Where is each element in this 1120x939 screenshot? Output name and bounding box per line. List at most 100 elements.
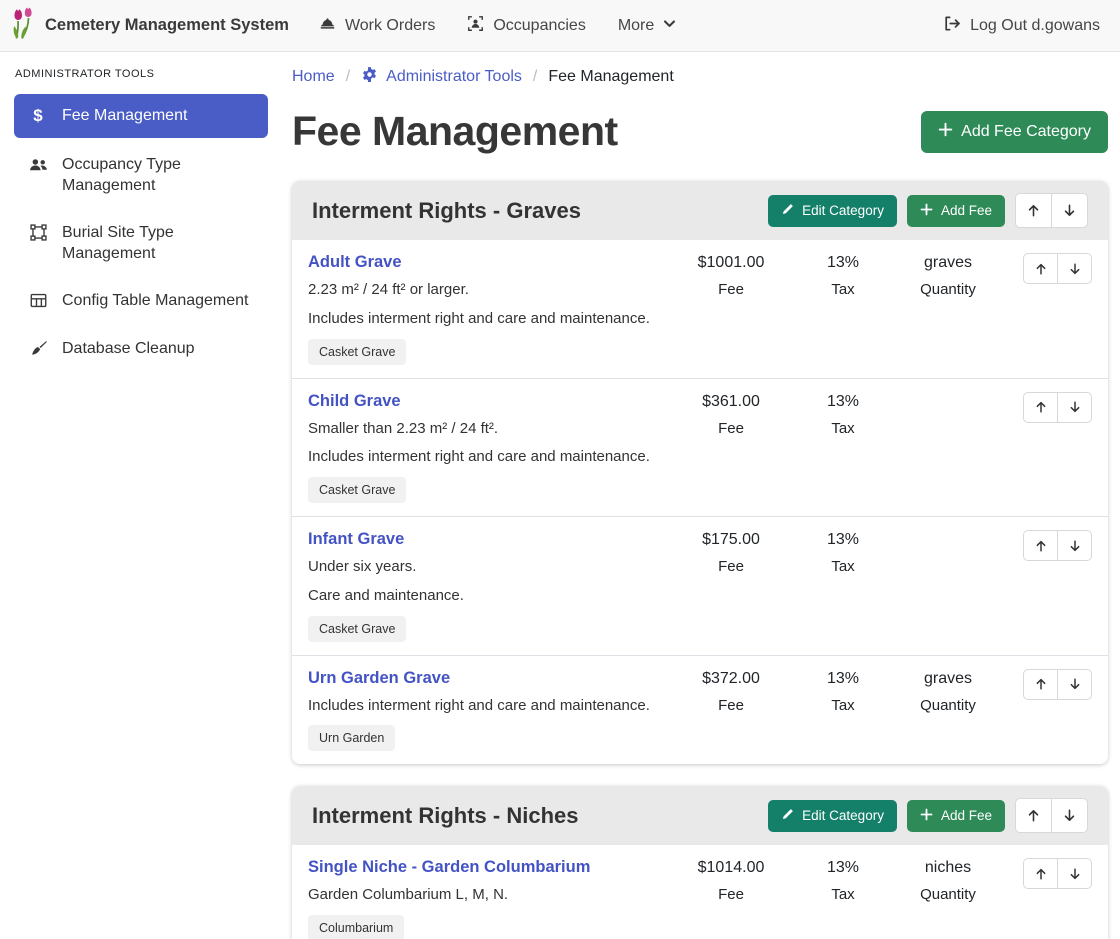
fee-type-badge: Urn Garden [308,725,395,751]
fee-description: Care and maintenance. [308,585,659,607]
move-fee-down-button[interactable] [1057,392,1092,423]
gear-icon [361,66,378,88]
sidebar-item-label: Fee Management [62,106,187,126]
fee-quantity-column [889,530,1007,540]
fee-quantity-column: graves Quantity [889,669,1007,714]
plus-icon [920,808,933,824]
sidebar-item-label: Burial Site Type Management [62,223,256,264]
edit-category-button[interactable]: Edit Category [768,195,897,227]
sidebar-item-fee-management[interactable]: $ Fee Management [14,94,268,138]
fee-reorder-group [1023,858,1092,889]
category-card-niches: Interment Rights - Niches Edit Category … [292,786,1108,939]
fee-description: Includes interment right and care and ma… [308,308,659,330]
fee-tax: 13% [797,670,889,688]
fee-quantity-label: Quantity [889,281,1007,298]
app-brand[interactable]: Cemetery Management System [12,7,289,45]
fee-quantity: graves [889,254,1007,272]
nav-occupancies[interactable]: Occupancies [467,15,586,37]
breadcrumb-separator: / [346,68,350,86]
breadcrumb-home[interactable]: Home [292,68,335,86]
breadcrumb-admin-tools-label: Administrator Tools [386,68,522,86]
move-fee-up-button[interactable] [1023,392,1058,423]
add-fee-button[interactable]: Add Fee [907,800,1005,832]
vector-square-icon [27,224,49,241]
fee-quantity-label: Quantity [889,697,1007,714]
logout-label: Log Out d.gowans [970,17,1100,35]
fee-quantity: graves [889,670,1007,688]
fee-name-link[interactable]: Urn Garden Grave [308,669,659,688]
fee-main: Infant Grave Under six years. Care and m… [308,530,665,646]
fee-amount-column: $1001.00 Fee [665,253,797,298]
move-fee-up-button[interactable] [1023,530,1058,561]
fee-tax-label: Tax [797,420,889,437]
add-fee-button[interactable]: Add Fee [907,195,1005,227]
category-actions: Edit Category Add Fee [768,798,1088,833]
fee-quantity-label: Quantity [889,886,1007,903]
breadcrumb-admin-tools[interactable]: Administrator Tools [361,66,522,88]
add-fee-category-button[interactable]: Add Fee Category [921,111,1108,153]
fee-tax-column: 13% Tax [797,392,889,437]
category-reorder-group [1015,798,1088,833]
fee-amount: $175.00 [665,531,797,549]
fee-amount-column: $372.00 Fee [665,669,797,714]
hard-hat-icon [319,15,336,37]
move-fee-down-button[interactable] [1057,858,1092,889]
fee-row-urn-garden-grave: Urn Garden Grave Includes interment righ… [292,656,1108,765]
fee-tax: 13% [797,254,889,272]
move-category-down-button[interactable] [1051,193,1088,228]
move-fee-up-button[interactable] [1023,669,1058,700]
fee-type-badge: Casket Grave [308,339,406,365]
pencil-icon [781,808,794,824]
app-title: Cemetery Management System [45,16,289,35]
logout-link[interactable]: Log Out d.gowans [943,15,1100,37]
fee-main: Urn Garden Grave Includes interment righ… [308,669,665,756]
fee-name-link[interactable]: Child Grave [308,392,659,411]
plus-icon [920,203,933,219]
move-fee-down-button[interactable] [1057,253,1092,284]
fee-reorder-group [1023,669,1092,700]
move-fee-up-button[interactable] [1023,858,1058,889]
fee-description: Garden Columbarium L, M, N. [308,884,659,906]
fee-name-link[interactable]: Adult Grave [308,253,659,272]
fee-amount-label: Fee [665,697,797,714]
fee-row-single-niche: Single Niche - Garden Columbarium Garden… [292,845,1108,939]
category-actions: Edit Category Add Fee [768,193,1088,228]
fee-tax-column: 13% Tax [797,253,889,298]
fee-name-link[interactable]: Single Niche - Garden Columbarium [308,858,659,877]
nav-occupancies-label: Occupancies [493,17,586,35]
users-icon [27,156,49,173]
breadcrumb-separator: / [533,68,537,86]
nav-more[interactable]: More [618,17,676,35]
sidebar-item-config-table-management[interactable]: Config Table Management [14,281,268,321]
broom-icon [27,340,49,357]
nav-work-orders[interactable]: Work Orders [319,15,435,37]
edit-category-button[interactable]: Edit Category [768,800,897,832]
pencil-icon [781,203,794,219]
move-fee-up-button[interactable] [1023,253,1058,284]
fee-main: Single Niche - Garden Columbarium Garden… [308,858,665,939]
move-fee-down-button[interactable] [1057,530,1092,561]
fee-type-badge: Casket Grave [308,477,406,503]
fee-tax-column: 13% Tax [797,858,889,903]
move-category-up-button[interactable] [1015,798,1052,833]
move-category-down-button[interactable] [1051,798,1088,833]
fee-quantity-column: graves Quantity [889,253,1007,298]
sidebar-item-occupancy-type-management[interactable]: Occupancy Type Management [14,145,268,206]
breadcrumb-current: Fee Management [548,68,673,86]
sidebar-item-burial-site-type-management[interactable]: Burial Site Type Management [14,213,268,274]
nav-work-orders-label: Work Orders [345,17,435,35]
dollar-icon: $ [27,107,49,124]
fee-quantity-column [889,392,1007,402]
fee-description: Includes interment right and care and ma… [308,695,659,717]
move-category-up-button[interactable] [1015,193,1052,228]
sidebar: ADMINISTRATOR TOOLS $ Fee Management Occ… [0,52,280,376]
add-fee-label: Add Fee [941,808,992,823]
fee-amount-label: Fee [665,886,797,903]
page-title: Fee Management [292,108,618,155]
main-content: Home / Administrator Tools / Fee Managem… [280,52,1120,939]
add-fee-category-label: Add Fee Category [961,123,1091,141]
fee-name-link[interactable]: Infant Grave [308,530,659,549]
fee-amount-column: $1014.00 Fee [665,858,797,903]
sidebar-item-database-cleanup[interactable]: Database Cleanup [14,329,268,369]
move-fee-down-button[interactable] [1057,669,1092,700]
